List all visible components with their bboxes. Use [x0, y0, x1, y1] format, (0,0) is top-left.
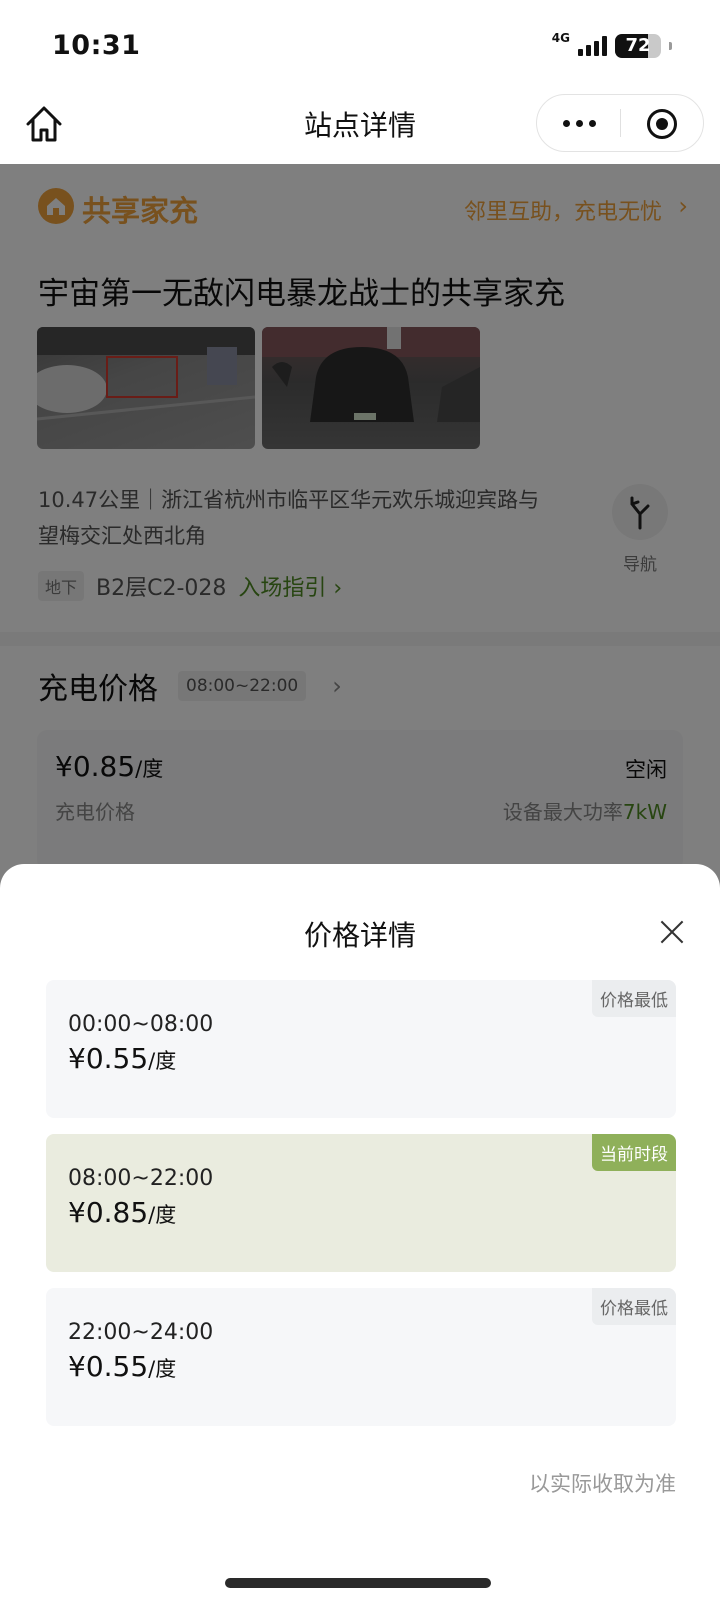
status-indicators: 4G 72	[551, 31, 672, 58]
tier-badge: 价格最低	[592, 1288, 676, 1325]
tier-unit: /度	[148, 1203, 177, 1227]
status-bar: 10:31 4G 72	[0, 0, 720, 90]
close-icon[interactable]	[660, 920, 684, 944]
battery-icon: 72	[615, 34, 661, 58]
tier-price: ¥0.55/度	[68, 1042, 176, 1075]
tier-time: 00:00~08:00	[68, 1012, 214, 1037]
tier-price-value: ¥0.55	[68, 1042, 149, 1075]
capsule-divider	[620, 109, 621, 137]
mini-program-capsule	[536, 94, 704, 152]
nav-bar: 站点详情	[0, 90, 720, 164]
tier-unit: /度	[148, 1049, 177, 1073]
price-tier-current: 当前时段 08:00~22:00 ¥0.85/度	[46, 1134, 676, 1272]
tier-badge: 当前时段	[592, 1134, 676, 1171]
tier-price-value: ¥0.85	[68, 1196, 149, 1229]
tier-price: ¥0.55/度	[68, 1350, 176, 1383]
network-label: 4G	[551, 31, 570, 45]
battery-level: 72	[625, 35, 651, 56]
battery-tip	[669, 42, 672, 50]
tier-price: ¥0.85/度	[68, 1196, 176, 1229]
sheet-title: 价格详情	[303, 919, 416, 952]
status-time: 10:31	[52, 30, 141, 61]
home-indicator[interactable]	[225, 1578, 491, 1588]
price-disclaimer: 以实际收取为准	[529, 1472, 676, 1496]
tier-unit: /度	[148, 1357, 177, 1381]
tier-time: 08:00~22:00	[68, 1166, 214, 1191]
price-tier: 价格最低 00:00~08:00 ¥0.55/度	[46, 980, 676, 1118]
price-detail-sheet: 价格详情 价格最低 00:00~08:00 ¥0.55/度 当前时段 08:00…	[0, 864, 720, 1600]
target-icon[interactable]	[647, 109, 677, 139]
tier-price-value: ¥0.55	[68, 1350, 149, 1383]
signal-icon	[578, 36, 607, 56]
price-tier: 价格最低 22:00~24:00 ¥0.55/度	[46, 1288, 676, 1426]
more-dots-icon[interactable]	[557, 95, 601, 151]
tier-badge: 价格最低	[592, 980, 676, 1017]
tier-time: 22:00~24:00	[68, 1320, 214, 1345]
